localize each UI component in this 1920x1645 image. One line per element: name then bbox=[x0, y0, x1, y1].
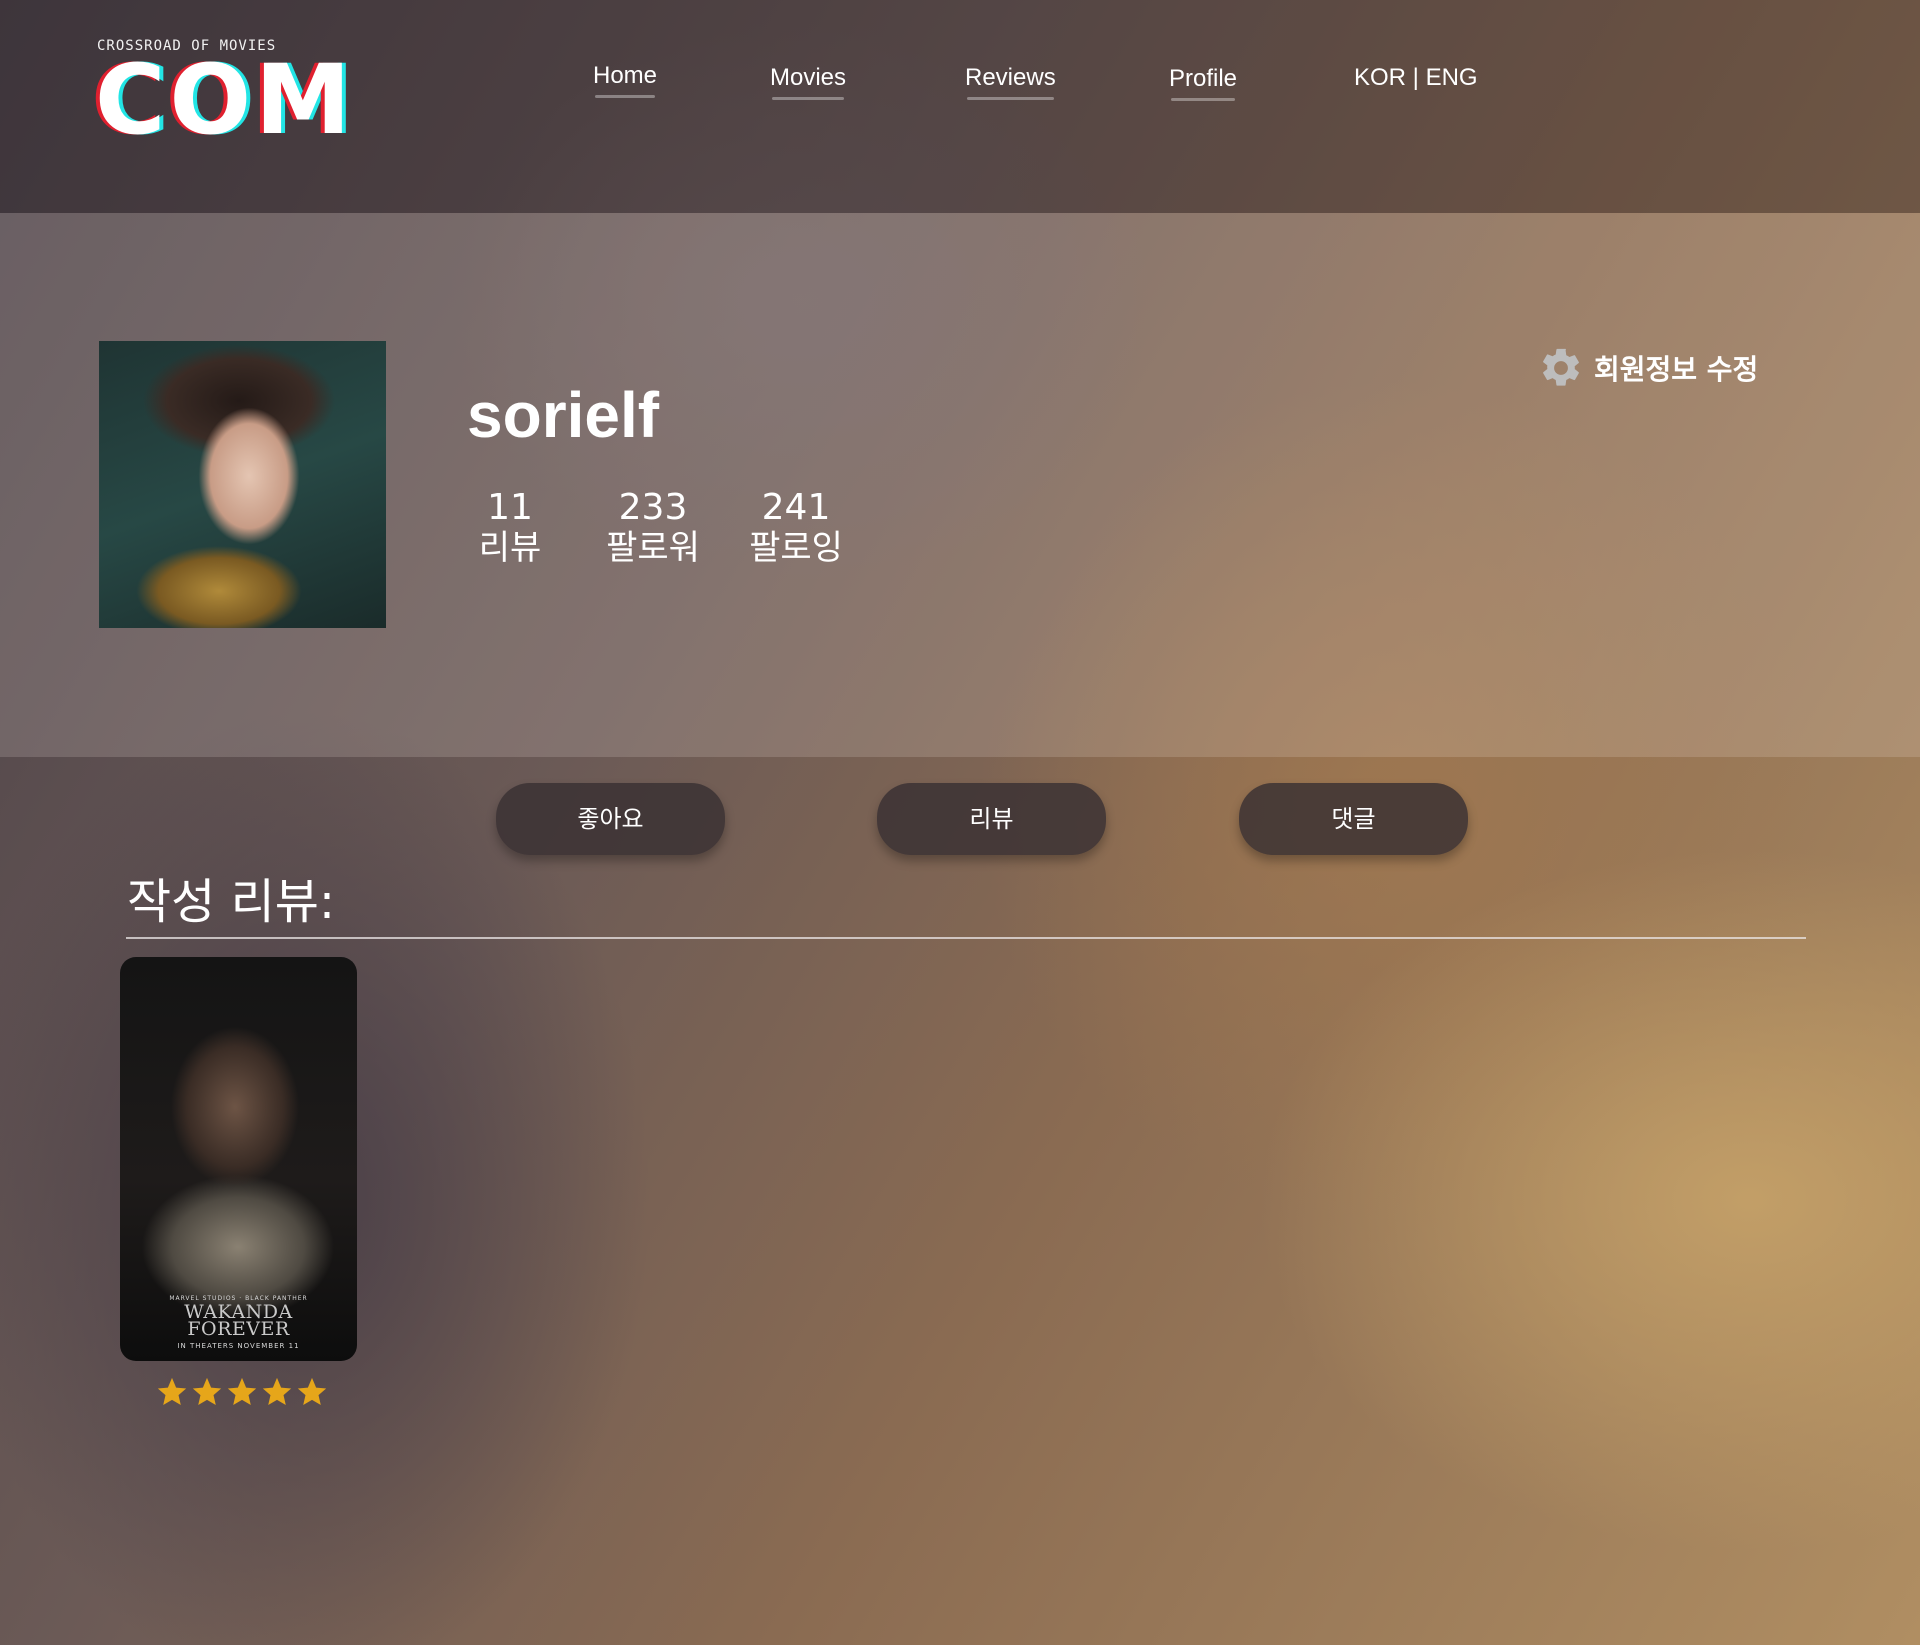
stat-following-label: 팔로잉 bbox=[749, 528, 843, 568]
logo[interactable]: CROSSROAD OF MOVIES COM bbox=[95, 38, 357, 156]
star-icon bbox=[262, 1377, 292, 1406]
edit-profile-button[interactable]: 회원정보 수정 bbox=[1538, 343, 1758, 393]
avatar bbox=[99, 341, 386, 628]
movie-poster[interactable]: MARVEL STUDIOS · BLACK PANTHER WAKANDA F… bbox=[120, 957, 357, 1361]
gear-icon bbox=[1543, 348, 1579, 386]
stat-reviews[interactable]: 11 리뷰 bbox=[440, 487, 580, 569]
poster-title: WAKANDA FOREVER bbox=[120, 1303, 357, 1340]
tab-comments[interactable]: 댓글 bbox=[1239, 783, 1468, 855]
stat-followers-label: 팔로워 bbox=[606, 528, 700, 568]
nav-reviews-underline bbox=[967, 97, 1054, 100]
username: sorielf bbox=[467, 379, 660, 451]
profile-section: sorielf 11 리뷰 233 팔로워 241 팔로잉 회원정보 수정 bbox=[0, 213, 1920, 757]
nav-home[interactable]: Home bbox=[593, 62, 658, 98]
nav-reviews-label: Reviews bbox=[965, 64, 1056, 91]
review-card[interactable]: MARVEL STUDIOS · BLACK PANTHER WAKANDA F… bbox=[120, 957, 357, 1417]
star-rating bbox=[155, 1375, 329, 1409]
star-icon bbox=[227, 1377, 257, 1406]
language-toggle[interactable]: KOR | ENG bbox=[1354, 64, 1478, 92]
nav-movies-underline bbox=[772, 97, 845, 100]
stat-reviews-value: 11 bbox=[487, 487, 533, 528]
stat-following-value: 241 bbox=[761, 487, 831, 528]
language-toggle-label: KOR | ENG bbox=[1354, 64, 1478, 91]
star-icon bbox=[297, 1377, 327, 1406]
nav-movies[interactable]: Movies bbox=[770, 64, 847, 100]
poster-title-line2: FOREVER bbox=[187, 1318, 290, 1340]
stat-following[interactable]: 241 팔로잉 bbox=[726, 487, 866, 569]
nav-profile-underline bbox=[1171, 98, 1236, 101]
nav-reviews[interactable]: Reviews bbox=[965, 64, 1056, 100]
section-title: 작성 리뷰: bbox=[127, 874, 336, 930]
stat-followers-value: 233 bbox=[618, 487, 688, 528]
edit-profile-label: 회원정보 수정 bbox=[1594, 353, 1759, 386]
tab-likes[interactable]: 좋아요 bbox=[496, 783, 725, 855]
nav-profile-label: Profile bbox=[1169, 65, 1238, 92]
tab-reviews[interactable]: 리뷰 bbox=[877, 783, 1106, 855]
stat-followers[interactable]: 233 팔로워 bbox=[583, 487, 723, 569]
stat-reviews-label: 리뷰 bbox=[478, 528, 542, 568]
section-divider bbox=[126, 937, 1806, 939]
nav-home-label: Home bbox=[593, 62, 658, 89]
logo-text: COM bbox=[95, 44, 355, 156]
star-icon bbox=[157, 1377, 187, 1406]
star-icon bbox=[192, 1377, 222, 1406]
nav-home-underline bbox=[595, 95, 656, 98]
nav-movies-label: Movies bbox=[770, 64, 847, 91]
poster-release: IN THEATERS NOVEMBER 11 bbox=[177, 1342, 300, 1350]
nav-profile[interactable]: Profile bbox=[1169, 65, 1238, 101]
site-header: CROSSROAD OF MOVIES COM Home Movies Revi… bbox=[0, 0, 1920, 213]
